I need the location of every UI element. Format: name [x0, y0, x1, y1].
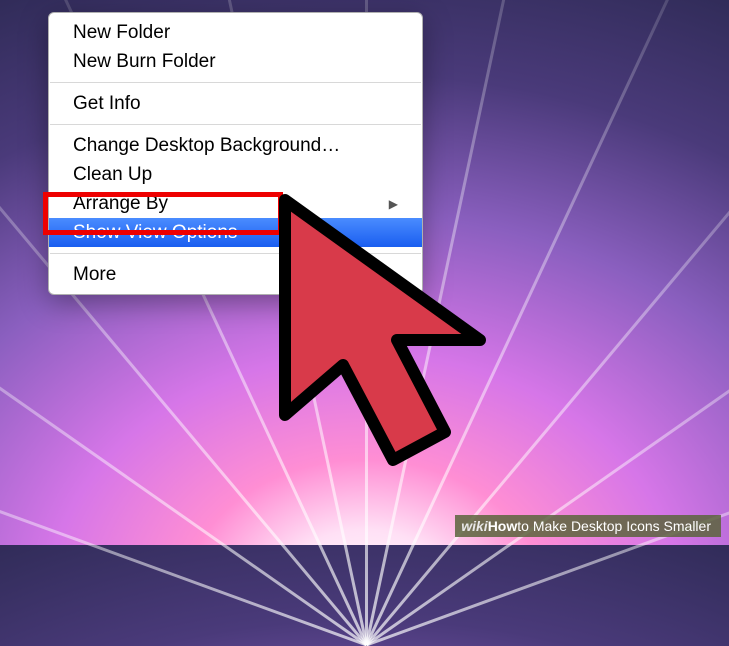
caption-title: to Make Desktop Icons Smaller — [517, 518, 711, 534]
menu-item-new-burn-folder[interactable]: New Burn Folder — [49, 47, 422, 76]
wikihow-caption-bar: wikiHow to Make Desktop Icons Smaller — [455, 515, 721, 537]
menu-item-label: More — [73, 264, 116, 286]
menu-item-label: New Burn Folder — [73, 51, 216, 73]
menu-item-more[interactable]: More — [49, 260, 422, 289]
menu-item-label: Get Info — [73, 93, 141, 115]
brand-prefix: wiki — [461, 518, 487, 534]
menu-item-new-folder[interactable]: New Folder — [49, 18, 422, 47]
menu-separator — [50, 124, 421, 125]
menu-item-show-view-options[interactable]: Show View Options — [49, 218, 422, 247]
menu-separator — [50, 253, 421, 254]
menu-item-label: Change Desktop Background… — [73, 135, 340, 157]
menu-item-label: Show View Options — [73, 222, 237, 244]
menu-item-get-info[interactable]: Get Info — [49, 89, 422, 118]
desktop-context-menu: New Folder New Burn Folder Get Info Chan… — [48, 12, 423, 295]
menu-item-clean-up[interactable]: Clean Up — [49, 160, 422, 189]
menu-item-label: New Folder — [73, 22, 170, 44]
menu-item-change-desktop-background[interactable]: Change Desktop Background… — [49, 131, 422, 160]
menu-separator — [50, 82, 421, 83]
brand-suffix: How — [488, 518, 518, 534]
menu-item-arrange-by[interactable]: Arrange By ▶ — [49, 189, 422, 218]
menu-item-label: Clean Up — [73, 164, 152, 186]
menu-item-label: Arrange By — [73, 193, 168, 215]
submenu-arrow-icon: ▶ — [389, 197, 398, 211]
